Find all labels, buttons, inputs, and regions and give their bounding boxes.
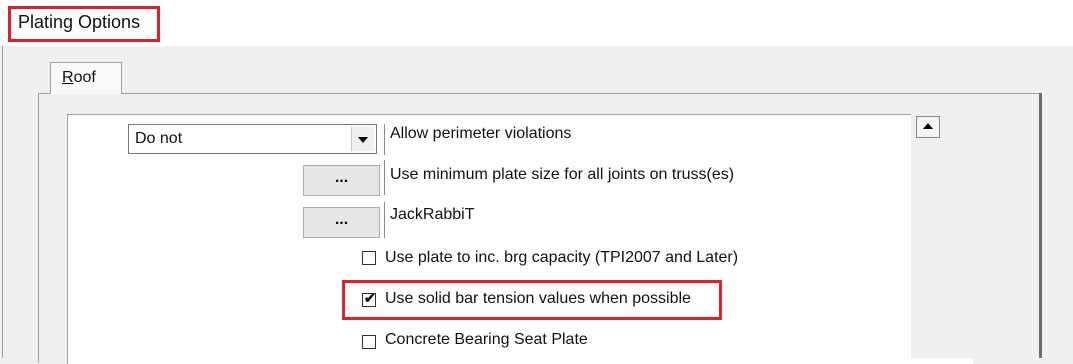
title-highlight-box [8, 6, 160, 42]
row-divider [384, 160, 385, 195]
brg-capacity-checkbox[interactable] [362, 251, 376, 265]
min-plate-size-button[interactable]: ... [303, 165, 380, 196]
perimeter-violations-select[interactable]: Do not [128, 124, 377, 154]
row-divider [384, 202, 385, 238]
scrollbar-track[interactable] [911, 114, 973, 358]
min-plate-size-label: Use minimum plate size for all joints on… [390, 166, 735, 183]
chevron-down-icon [358, 137, 368, 143]
jackrabbit-label: JackRabbiT [390, 206, 475, 223]
dialog-left-edge [2, 46, 3, 358]
title-bar [0, 0, 1073, 46]
perimeter-select-value: Do not [135, 130, 183, 147]
solid-bar-highlight-box [342, 280, 722, 320]
perimeter-violations-label: Allow perimeter violations [390, 125, 572, 142]
tab-roof[interactable]: Roof [50, 62, 122, 94]
tab-roof-label: Roof [62, 69, 96, 86]
row-divider [384, 124, 385, 155]
brg-capacity-label: Use plate to inc. brg capacity (TPI2007 … [385, 249, 739, 266]
concrete-bearing-label: Concrete Bearing Seat Plate [385, 331, 588, 348]
jackrabbit-button[interactable]: ... [303, 207, 380, 238]
arrow-up-icon [923, 123, 933, 129]
dropdown-button[interactable] [351, 127, 374, 151]
concrete-bearing-checkbox[interactable] [362, 335, 376, 349]
scroll-up-button[interactable] [916, 116, 940, 138]
tab-pane-edge [1039, 93, 1042, 358]
